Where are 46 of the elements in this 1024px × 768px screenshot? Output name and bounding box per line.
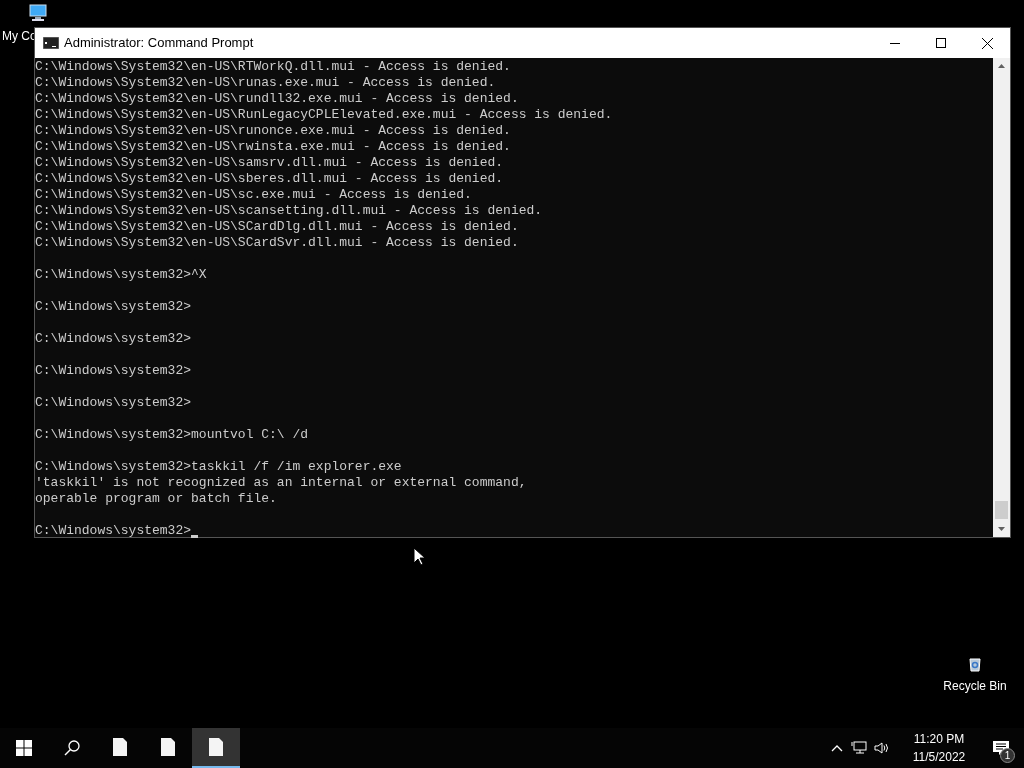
notification-badge: 1 — [1000, 748, 1015, 763]
windows-logo-icon — [16, 740, 32, 756]
console-line: C:\Windows\System32\en-US\SCardDlg.dll.mui - Access is denied. — [35, 219, 519, 235]
network-icon[interactable] — [851, 741, 867, 755]
close-icon — [981, 37, 993, 49]
console-line: C:\Windows\System32\en-US\rwinsta.exe.mui - Access is denied. — [35, 139, 511, 155]
console-line: C:\Windows\system32>mountvol C:\ /d — [35, 427, 309, 443]
console-line: C:\Windows\system32> — [35, 331, 192, 347]
console-line: C:\Windows\System32\en-US\rundll32.exe.mui - Access is denied. — [35, 91, 519, 107]
console-line: operable program or batch file. — [35, 491, 277, 507]
notifications-button[interactable]: 1 — [978, 728, 1024, 768]
file-icon — [112, 737, 128, 757]
desktop-icon-label: Recycle Bin — [943, 678, 1007, 695]
console-line: C:\Windows\system32> — [35, 363, 192, 379]
scrollbar[interactable] — [993, 58, 1010, 537]
maximize-icon — [936, 38, 946, 48]
taskbar-app-button[interactable] — [192, 728, 240, 768]
console-line: C:\Windows\System32\en-US\sberes.dll.mui - Access is denied. — [35, 171, 504, 187]
recycle-bin-icon[interactable] — [968, 656, 982, 672]
volume-icon[interactable] — [874, 741, 890, 755]
console-line: C:\Windows\system32> — [35, 395, 192, 411]
console-line: C:\Windows\System32\en-US\RunLegacyCPLElevated.exe.mui - Access is denied. — [35, 107, 613, 123]
console-line: 'taskkil' is not recognized as an internal or external command, — [35, 475, 527, 491]
console-line: C:\Windows\System32\en-US\SCardSvr.dll.mui - Access is denied. — [35, 235, 519, 251]
clock-time[interactable]: 11:20 PM — [913, 730, 965, 748]
file-icon — [160, 737, 176, 757]
console-line: C:\Windows\system32> — [35, 523, 192, 539]
computer-icon[interactable] — [29, 4, 47, 22]
console-line: C:\Windows\System32\en-US\scansetting.dll.mui - Access is denied. — [35, 203, 543, 219]
console-line: C:\Windows\System32\en-US\runonce.exe.mui - Access is denied. — [35, 123, 511, 139]
console-line: C:\Windows\system32> — [35, 299, 192, 315]
minimize-icon — [890, 42, 900, 44]
console-line: C:\Windows\System32\en-US\sc.exe.mui - Access is denied. — [35, 187, 472, 203]
console-line: C:\Windows\System32\en-US\RTWorkQ.dll.mui - Access is denied. — [35, 59, 511, 75]
window-title: Administrator: Command Prompt — [64, 34, 255, 53]
chevron-up-icon[interactable] — [831, 744, 843, 752]
console-line: C:\Windows\system32>taskkil /f /im explorer.exe — [35, 459, 402, 475]
console-line: C:\Windows\System32\en-US\samsrv.dll.mui - Access is denied. — [35, 155, 504, 171]
file-icon — [208, 737, 224, 757]
clock-date[interactable]: 11/5/2022 — [912, 748, 966, 766]
mouse-pointer-icon — [413, 547, 425, 566]
scroll-thumb[interactable] — [995, 501, 1008, 519]
search-icon — [64, 740, 80, 756]
console-line: C:\Windows\System32\en-US\runas.exe.mui - Access is denied. — [35, 75, 496, 91]
console-icon — [43, 37, 59, 49]
console-line: C:\Windows\system32>^X — [35, 267, 207, 283]
